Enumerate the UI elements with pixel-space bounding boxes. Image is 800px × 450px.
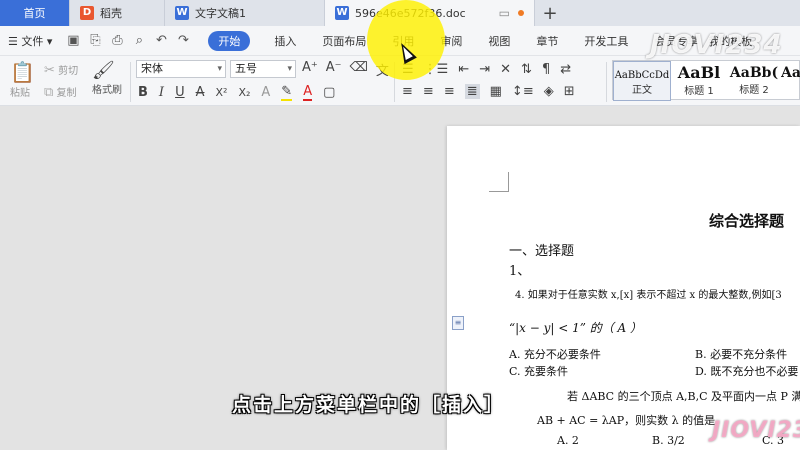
paste-icon: 📋 [10, 60, 35, 84]
sort-icon[interactable]: ⇅ [521, 62, 532, 77]
paragraph-handle-icon[interactable]: ≡ [452, 316, 464, 330]
question-5-line2: AB + AC = λAP，则实数 λ 的值是 [537, 414, 716, 427]
unsaved-dot-icon [518, 10, 524, 16]
chinese-layout-icon[interactable]: ✕ [500, 62, 511, 77]
item-number: 1、 [509, 264, 531, 279]
grow-font-icon[interactable]: A⁺ [302, 60, 318, 79]
styles-gallery: AaBbCcDd 正文 AaBl 标题 1 AaBb( 标题 2 Aa [612, 60, 800, 101]
font-style-controls: B I U A X² X₂ A ✎ A ▢ [138, 84, 335, 101]
word-doc-icon: W [335, 6, 349, 20]
show-marks-icon[interactable]: ¶ [542, 62, 550, 77]
preview-icon[interactable]: ⌕ [132, 33, 146, 48]
menu-page-layout[interactable]: 页面布局 [322, 33, 366, 49]
export-icon[interactable]: ⎘ [88, 33, 102, 48]
save-icon[interactable]: ▣ [66, 33, 80, 48]
format-painter-button[interactable]: 🖌 格式刷 [92, 60, 122, 96]
print-icon[interactable]: ⎙ [110, 33, 124, 48]
option-d: D. 既不充分也不必要 [695, 365, 799, 378]
cut-button[interactable]: ✂ 剪切 [44, 62, 78, 78]
increase-indent-icon[interactable]: ⇥ [479, 62, 490, 77]
shrink-font-icon[interactable]: A⁻ [326, 60, 342, 79]
copy-icon: ⧉ [44, 85, 54, 100]
tab-document-1[interactable]: W 文字文稿1 [165, 0, 325, 26]
screen-icon[interactable]: ▭ [499, 6, 510, 20]
watermark-top: JIOVI234 [650, 30, 783, 60]
font-size-select[interactable]: 五号 [230, 60, 296, 78]
q5-option-a: A. 2 [557, 434, 579, 447]
copy-button[interactable]: ⧉ 复制 [44, 84, 76, 100]
undo-icon[interactable]: ↶ [154, 33, 168, 48]
text-effect-icon[interactable]: A [261, 85, 270, 100]
border-icon[interactable]: ⊞ [564, 84, 575, 99]
option-b: B. 必要不充分条件 [695, 348, 788, 361]
question-5-line1: 若 ΔABC 的三个顶点 A,B,C 及平面内一点 P 满足 [567, 390, 800, 403]
align-right-icon[interactable]: ≡ [444, 84, 455, 99]
menu-chapter[interactable]: 章节 [536, 33, 558, 49]
menu-start[interactable]: 开始 [208, 30, 251, 51]
shading-icon[interactable]: ◈ [544, 84, 554, 99]
quick-access-toolbar: ▣ ⎘ ⎙ ⌕ ↶ ↷ [66, 33, 190, 48]
style-heading-1[interactable]: AaBl 标题 1 [671, 61, 727, 101]
option-c: C. 充要条件 [509, 365, 569, 378]
divider [130, 62, 131, 102]
line-spacing-icon[interactable]: ↕≡ [512, 84, 534, 99]
word-doc-icon: W [175, 6, 189, 20]
superscript-button[interactable]: X² [215, 86, 227, 99]
new-tab-button[interactable]: + [535, 0, 565, 26]
document-title: 综合选择题 [709, 212, 785, 230]
daoke-icon: D [80, 6, 94, 20]
scissors-icon: ✂ [44, 63, 55, 78]
text-direction-icon[interactable]: ⇄ [560, 62, 571, 77]
bold-button[interactable]: B [138, 85, 148, 100]
menu-view[interactable]: 视图 [488, 33, 510, 49]
page-margin-marker [489, 172, 509, 192]
align-left-icon[interactable]: ≡ [402, 84, 413, 99]
strikethrough-button[interactable]: A [196, 85, 205, 100]
subscript-button[interactable]: X₂ [238, 86, 250, 99]
question-condition: “|x − y| < 1” 的（ A ） [509, 321, 643, 335]
menu-insert[interactable]: 插入 [274, 33, 296, 49]
align-center-icon[interactable]: ≡ [423, 84, 434, 99]
question-4: 4. 如果对于任意实数 x,[x] 表示不超过 x 的最大整数,例如[3 [515, 290, 782, 301]
watermark-bottom: JIOVI234 [712, 418, 800, 443]
decrease-indent-icon[interactable]: ⇤ [458, 62, 469, 77]
file-menu[interactable]: ☰ 文件 ▾ [8, 33, 52, 49]
style-normal[interactable]: AaBbCcDd 正文 [613, 61, 671, 101]
paragraph-controls-row2: ≡ ≡ ≡ ≣ ▦ ↕≡ ◈ ⊞ [402, 84, 575, 99]
tab-daoke[interactable]: D 稻壳 [70, 0, 165, 26]
char-border-icon[interactable]: ▢ [323, 85, 335, 100]
menu-developer[interactable]: 开发工具 [584, 33, 628, 49]
section-heading: 一、选择题 [509, 244, 575, 259]
italic-button[interactable]: I [159, 85, 164, 100]
underline-button[interactable]: U [175, 85, 185, 100]
option-a: A. 充分不必要条件 [509, 348, 601, 361]
align-justify-icon[interactable]: ≣ [464, 84, 480, 99]
tab-home[interactable]: 首页 [0, 0, 70, 26]
paste-button[interactable]: 📋 粘贴 [10, 60, 35, 99]
brush-icon: 🖌 [92, 60, 115, 81]
style-heading-3[interactable]: Aa [781, 61, 800, 101]
video-subtitle: 点击上方菜单栏中的［插入］ [232, 394, 506, 416]
divider [606, 62, 607, 102]
redo-icon[interactable]: ↷ [176, 33, 190, 48]
font-name-select[interactable]: 宋体 [136, 60, 226, 78]
q5-option-b: B. 3/2 [652, 434, 685, 447]
clear-format-icon[interactable]: ⌫ [350, 60, 368, 79]
highlight-icon[interactable]: ✎ [281, 84, 293, 101]
style-heading-2[interactable]: AaBb( 标题 2 [727, 61, 781, 101]
distributed-icon[interactable]: ▦ [490, 84, 502, 99]
font-color-icon[interactable]: A [303, 84, 313, 101]
